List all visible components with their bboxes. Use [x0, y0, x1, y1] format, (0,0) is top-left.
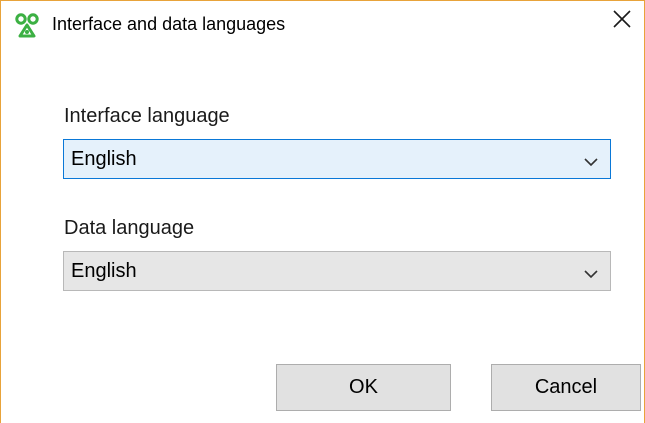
- interface-language-select[interactable]: English: [63, 139, 611, 179]
- ok-button[interactable]: OK: [276, 364, 451, 411]
- data-language-value: English: [71, 260, 137, 282]
- data-language-label: Data language: [64, 217, 195, 239]
- data-language-select[interactable]: English: [63, 251, 611, 291]
- app-icon: [14, 13, 40, 39]
- cancel-button[interactable]: Cancel: [491, 364, 641, 411]
- dialog-window: Interface and data languages Interface l…: [0, 0, 645, 423]
- window-title: Interface and data languages: [52, 14, 286, 34]
- close-icon: [613, 9, 631, 33]
- interface-language-value: English: [71, 148, 137, 170]
- chevron-down-icon: [584, 154, 598, 167]
- close-button[interactable]: [600, 1, 644, 41]
- title-bar[interactable]: Interface and data languages: [1, 1, 644, 45]
- chevron-down-icon: [584, 266, 598, 279]
- interface-language-label: Interface language: [64, 105, 230, 127]
